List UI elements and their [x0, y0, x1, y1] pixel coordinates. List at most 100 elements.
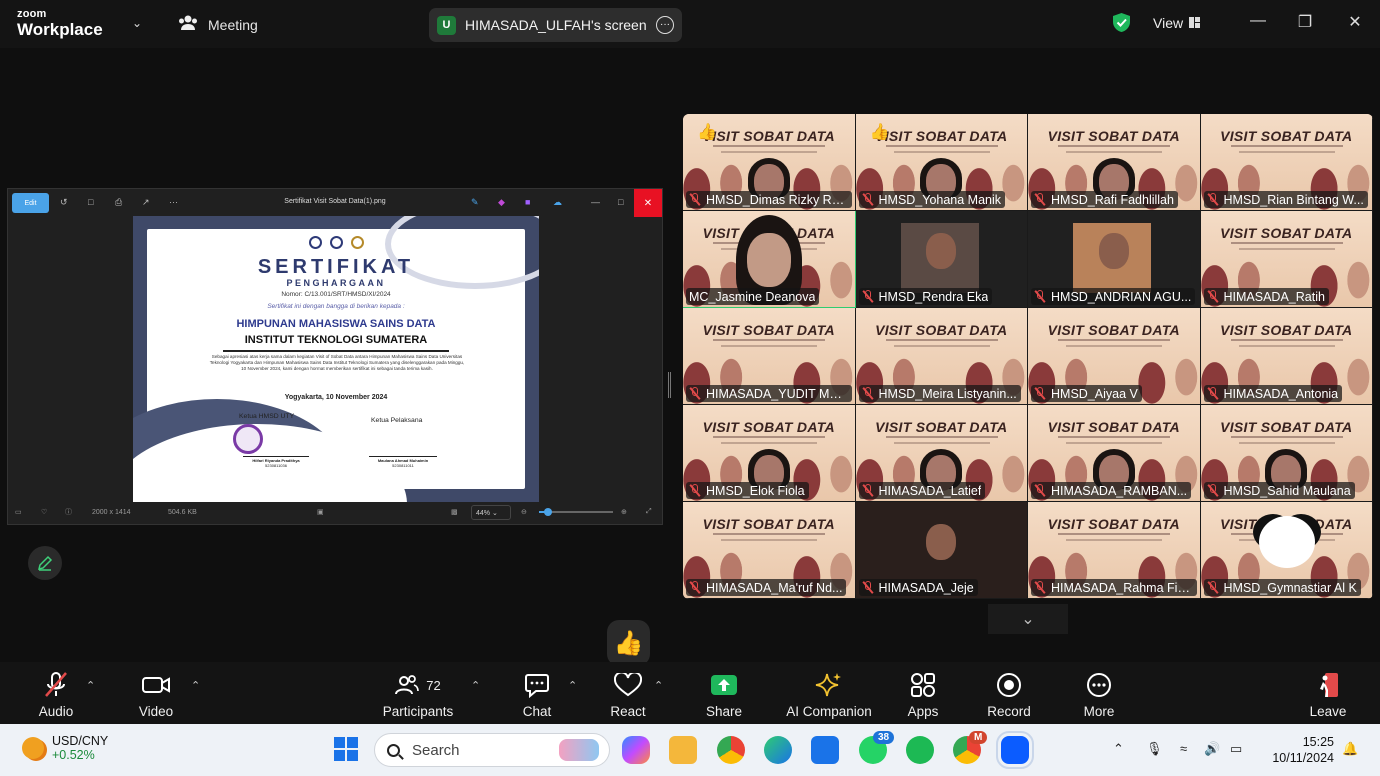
spotify-icon[interactable] — [906, 736, 934, 764]
mic-muted-icon — [689, 484, 701, 497]
participant-tile[interactable]: VISIT SOBAT DATA HIMASADA_Ratih — [1200, 211, 1373, 308]
minimize-icon[interactable]: — — [1247, 12, 1269, 30]
zoom-slider-thumb[interactable] — [544, 508, 552, 516]
chrome-icon[interactable] — [717, 736, 745, 764]
share-button[interactable]: Share — [679, 670, 769, 719]
zoom-in-icon[interactable]: ⊕ — [621, 508, 627, 516]
actual-size-icon[interactable]: ▩ — [451, 508, 458, 516]
taskbar-clock[interactable]: 15:25 10/11/2024 — [1272, 734, 1334, 766]
microphone-icon[interactable]: 🎙 — [1146, 741, 1163, 757]
chevron-down-icon[interactable]: ⌄ — [132, 16, 142, 30]
meeting-menu[interactable]: Meeting — [178, 15, 258, 34]
fit-icon[interactable]: ▣ — [317, 508, 324, 516]
copilot-icon[interactable]: ◆ — [498, 197, 505, 208]
screen-share-indicator[interactable]: U HIMASADA_ULFAH's screen ··· — [429, 8, 682, 42]
participant-tile[interactable]: VISIT SOBAT DATA 👍 HMSD_Yohana Manik — [855, 114, 1028, 211]
participant-tile[interactable]: VISIT SOBAT DATA HIMASADA_Rahma Fie... — [1028, 502, 1201, 599]
zoom-app-icon[interactable] — [996, 731, 1034, 769]
audio-label: Audio — [38, 704, 74, 719]
draw-icon[interactable]: ✎ — [471, 197, 479, 208]
participant-tile[interactable]: VISIT SOBAT DATAMC_Jasmine Deanova — [683, 211, 856, 308]
audio-button[interactable]: Audio — [11, 670, 101, 719]
chrome-profile-icon[interactable]: M — [953, 731, 988, 764]
zoom-out-icon[interactable]: ⊖ — [521, 508, 527, 516]
participant-tile[interactable]: VISIT SOBAT DATA HMSD_Rian Bintang W... — [1200, 114, 1373, 211]
mic-muted-icon — [689, 387, 701, 400]
chrome-profile-badge: M — [969, 731, 988, 744]
seal-icon — [308, 236, 322, 249]
participant-name-label: HMSD_Dimas Rizky Ra... — [686, 191, 852, 208]
more-button[interactable]: More — [1054, 670, 1144, 719]
onedrive-icon[interactable]: ☁ — [553, 197, 562, 208]
participant-tile[interactable]: VISIT SOBAT DATA HIMASADA_Latief — [855, 405, 1028, 502]
video-options-caret[interactable]: ⌃ — [191, 679, 200, 692]
store-icon[interactable] — [811, 736, 839, 764]
leave-button[interactable]: Leave — [1283, 670, 1373, 719]
participant-tile[interactable]: VISIT SOBAT DATA HIMASADA_RAMBAN... — [1028, 405, 1201, 502]
split-handle[interactable] — [668, 372, 671, 398]
zoom-workplace-logo[interactable]: zoom Workplace — [17, 9, 103, 39]
info-icon[interactable]: ⓘ — [65, 507, 72, 517]
wifi-icon[interactable]: ≈ — [1180, 741, 1187, 756]
viewer-maximize-icon[interactable]: □ — [618, 197, 623, 207]
close-icon[interactable]: ✕ — [1344, 12, 1366, 32]
chat-button[interactable]: Chat — [492, 670, 582, 719]
grid-view-icon — [1189, 15, 1201, 31]
copilot-app-icon[interactable] — [622, 736, 650, 764]
apps-button[interactable]: Apps — [878, 670, 968, 719]
filmstrip-icon[interactable]: ▭ — [15, 508, 22, 516]
participant-tile[interactable]: VISIT SOBAT DATA HMSD_Sahid Maulana — [1200, 405, 1373, 502]
view-button[interactable]: View — [1153, 15, 1201, 31]
participant-tile[interactable]: VISIT SOBAT DATA 👍 HMSD_Dimas Rizky Ra... — [683, 114, 856, 211]
viewer-minimize-icon[interactable]: — — [591, 197, 600, 207]
security-shield-icon[interactable] — [1112, 12, 1131, 38]
favorite-icon[interactable]: ♡ — [41, 508, 47, 516]
background-subtitle-line — [721, 539, 817, 541]
stock-widget[interactable]: USD/CNY +0.52% — [22, 734, 108, 762]
mic-muted-icon — [689, 581, 701, 594]
tray-chevron-up-icon[interactable]: ⌃ — [1113, 741, 1124, 757]
chat-options-caret[interactable]: ⌃ — [568, 679, 577, 692]
restore-icon[interactable]: ❐ — [1294, 12, 1316, 32]
zoom-slider[interactable] — [539, 508, 613, 516]
react-button[interactable]: React — [583, 670, 673, 719]
volume-icon[interactable]: 🔊 — [1204, 741, 1220, 757]
participant-tile[interactable]: VISIT SOBAT DATA HMSD_Meira Listyanin... — [855, 308, 1028, 405]
annotate-pen-icon[interactable] — [28, 546, 62, 580]
react-options-caret[interactable]: ⌃ — [654, 679, 663, 692]
more-options-icon[interactable]: ··· — [656, 16, 674, 34]
participant-tile[interactable]: HMSD_ANDRIAN AGU... — [1028, 211, 1201, 308]
start-icon[interactable] — [333, 736, 361, 764]
record-button[interactable]: Record — [964, 670, 1054, 719]
participant-tile[interactable]: VISIT SOBAT DATA HMSD_Elok Fiola — [683, 405, 856, 502]
participant-tile[interactable]: HMSD_Rendra Eka — [855, 211, 1028, 308]
background-subtitle-line — [713, 436, 825, 438]
participant-tile[interactable]: VISIT SOBAT DATA HIMASADA_Antonia — [1200, 308, 1373, 405]
battery-icon[interactable]: ▭ — [1230, 741, 1242, 757]
cert-recipient-line2: INSTITUT TEKNOLOGI SUMATERA — [244, 334, 428, 346]
participant-tile[interactable]: HIMASADA_Jeje — [855, 502, 1028, 599]
viewer-close-icon[interactable]: ✕ — [634, 189, 662, 217]
mic-muted-icon — [1034, 387, 1046, 400]
participant-tile[interactable]: VISIT SOBAT DATA HMSD_Aiyaa V — [1028, 308, 1201, 405]
participants-options-caret[interactable]: ⌃ — [471, 679, 480, 692]
participant-tile[interactable]: VISIT SOBAT DATA HIMASADA_YUDIT MA... — [683, 308, 856, 405]
clipchamp-icon[interactable]: ■ — [525, 197, 530, 207]
video-button[interactable]: Video — [111, 670, 201, 719]
participant-tile[interactable]: VISIT SOBAT DATA HMSD_Rafi Fadhlillah — [1028, 114, 1201, 211]
zoom-dropdown[interactable]: 44% ⌄ — [471, 504, 511, 520]
background-title: VISIT SOBAT DATA — [1047, 516, 1180, 532]
whatsapp-icon[interactable]: 38 — [859, 731, 895, 764]
file-explorer-icon[interactable] — [669, 736, 697, 764]
participant-tile[interactable]: VISIT SOBAT DATAHMSD_Gymnastiar Al K — [1200, 502, 1373, 599]
gallery-chevron-down-icon[interactable]: ⌄ — [988, 604, 1068, 634]
participants-button[interactable]: 72 Participants — [373, 670, 463, 719]
edge-icon[interactable] — [764, 736, 792, 764]
fullscreen-icon[interactable]: ⤢ — [646, 508, 652, 516]
participant-name: HMSD_Aiyaa V — [1051, 386, 1138, 401]
ai-companion-button[interactable]: AI Companion — [779, 670, 879, 719]
taskbar-search-box[interactable]: Search — [374, 733, 610, 767]
participant-tile[interactable]: VISIT SOBAT DATA HIMASADA_Ma'ruf Nd... — [683, 502, 856, 599]
audio-options-caret[interactable]: ⌃ — [86, 679, 95, 692]
notifications-icon[interactable]: 🔔 — [1342, 741, 1358, 757]
